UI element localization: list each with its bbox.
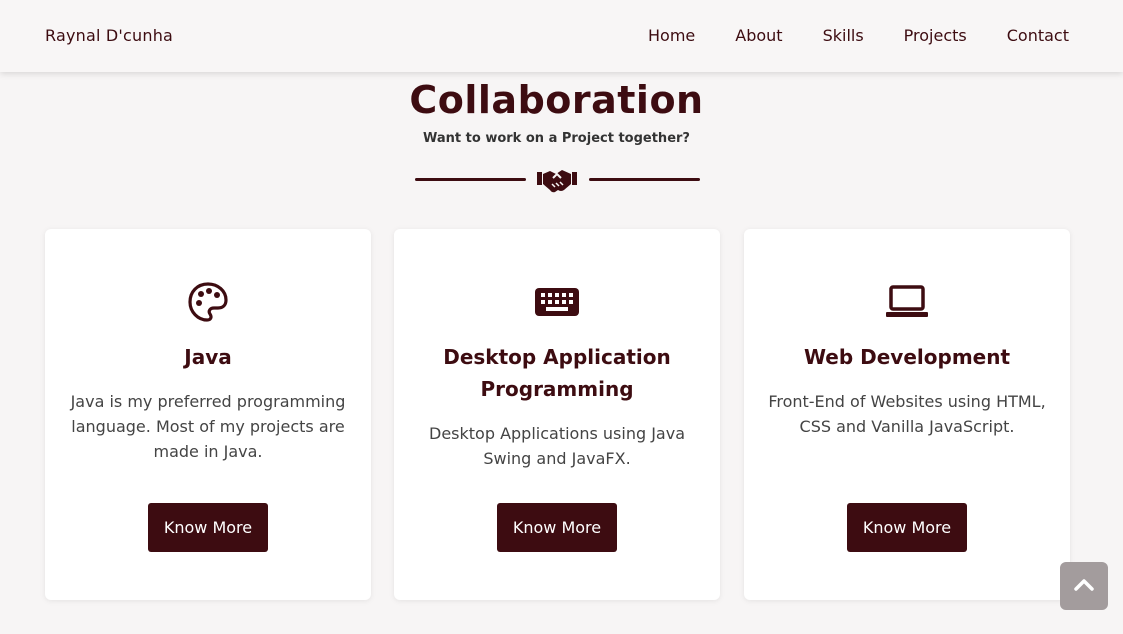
section-title: Collaboration [409, 78, 704, 122]
divider-line-left [415, 178, 526, 181]
know-more-button[interactable]: Know More [148, 503, 268, 552]
know-more-button[interactable]: Know More [847, 503, 967, 552]
laptop-icon [744, 281, 1070, 323]
brand-name[interactable]: Raynal D'cunha [45, 26, 173, 45]
nav-link-skills[interactable]: Skills [823, 26, 864, 45]
nav-link-projects[interactable]: Projects [904, 26, 967, 45]
service-card-web: Web Development Front-End of Websites us… [744, 229, 1070, 600]
card-title: Desktop Application Programming [443, 345, 671, 401]
scroll-to-top-button[interactable] [1060, 562, 1108, 610]
card-title: Web Development [803, 345, 1011, 369]
service-card-java: Java Java is my preferred programming la… [45, 229, 371, 600]
navbar: Raynal D'cunha Home About Skills Project… [0, 0, 1123, 72]
nav-links: Home About Skills Projects Contact [648, 26, 1069, 45]
nav-link-about[interactable]: About [735, 26, 782, 45]
nav-link-home[interactable]: Home [648, 26, 695, 45]
chevron-up-icon [1074, 578, 1094, 595]
know-more-button[interactable]: Know More [497, 503, 617, 552]
section-subtitle: Want to work on a Project together? [423, 131, 690, 146]
handshake-icon [536, 166, 578, 194]
card-title: Java [184, 345, 232, 369]
nav-link-contact[interactable]: Contact [1007, 26, 1069, 45]
card-description: Desktop Applications using Java Swing an… [429, 424, 685, 468]
service-card-desktop: Desktop Application Programming Desktop … [394, 229, 720, 600]
palette-icon [45, 281, 371, 323]
section-divider [415, 166, 700, 194]
keyboard-icon [394, 281, 720, 323]
card-description: Java is my preferred programming languag… [70, 392, 346, 461]
card-description: Front-End of Websites using HTML, CSS an… [768, 392, 1046, 436]
divider-line-right [589, 178, 700, 181]
